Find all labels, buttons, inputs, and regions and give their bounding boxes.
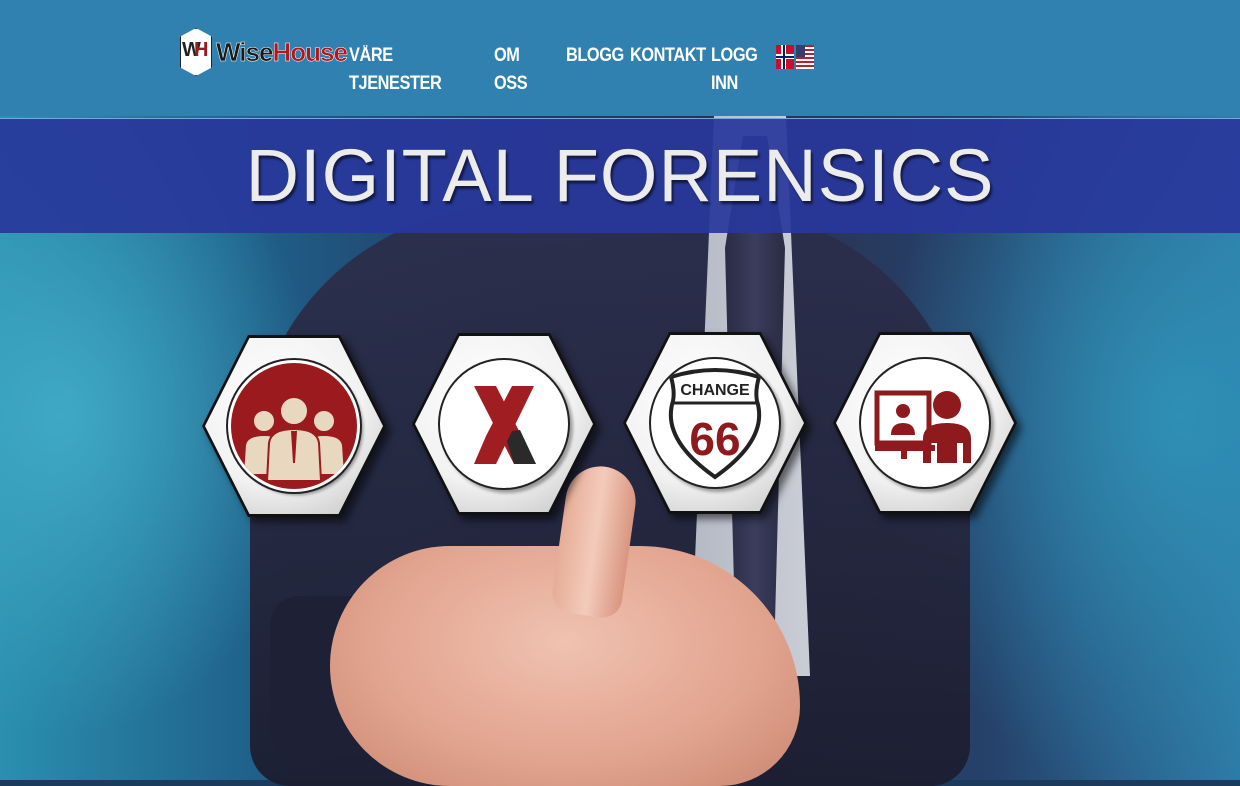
logo-wise: Wise (216, 36, 274, 67)
language-switcher (776, 45, 814, 69)
service-tile-video-meeting[interactable] (833, 332, 1017, 514)
site-header: W H WiseHouse VÅRE TJENESTER OM OSS BLOG… (0, 0, 1240, 116)
nav-item-blog[interactable]: BLOGG (566, 42, 624, 98)
nav-item-contact[interactable]: KONTAKT (630, 42, 706, 98)
team-people-icon (228, 360, 360, 492)
norwegian-flag-icon[interactable] (776, 45, 794, 69)
us-flag-icon[interactable] (796, 45, 814, 69)
service-tile-team[interactable] (202, 335, 386, 517)
wisehouse-logo[interactable]: W H WiseHouse (180, 28, 348, 76)
x-logo-icon (438, 358, 570, 490)
logo-text: WiseHouse (216, 36, 348, 68)
nav-item-login[interactable]: LOGG INN (711, 42, 766, 98)
change-66-route-sign-icon: CHANGE 66 (649, 357, 781, 489)
video-meeting-icon (859, 357, 991, 489)
nav-item-about[interactable]: OM OSS (494, 42, 540, 98)
logo-house: House (272, 36, 348, 67)
main-nav: VÅRE TJENESTER OM OSS BLOGG KONTAKT LOGG… (349, 42, 794, 98)
service-tile-change-66[interactable]: CHANGE 66 (623, 332, 807, 514)
page-title: DIGITAL FORENSICS (245, 134, 995, 217)
nav-item-services[interactable]: VÅRE TJENESTER (349, 42, 457, 98)
title-banner: DIGITAL FORENSICS (0, 118, 1240, 233)
wh-logo-icon: W H (180, 28, 212, 76)
service-tile-x[interactable] (412, 333, 596, 515)
logo-mark-h: H (194, 39, 209, 61)
sign-top-text: CHANGE (680, 382, 750, 399)
sign-number-text: 66 (689, 413, 740, 465)
